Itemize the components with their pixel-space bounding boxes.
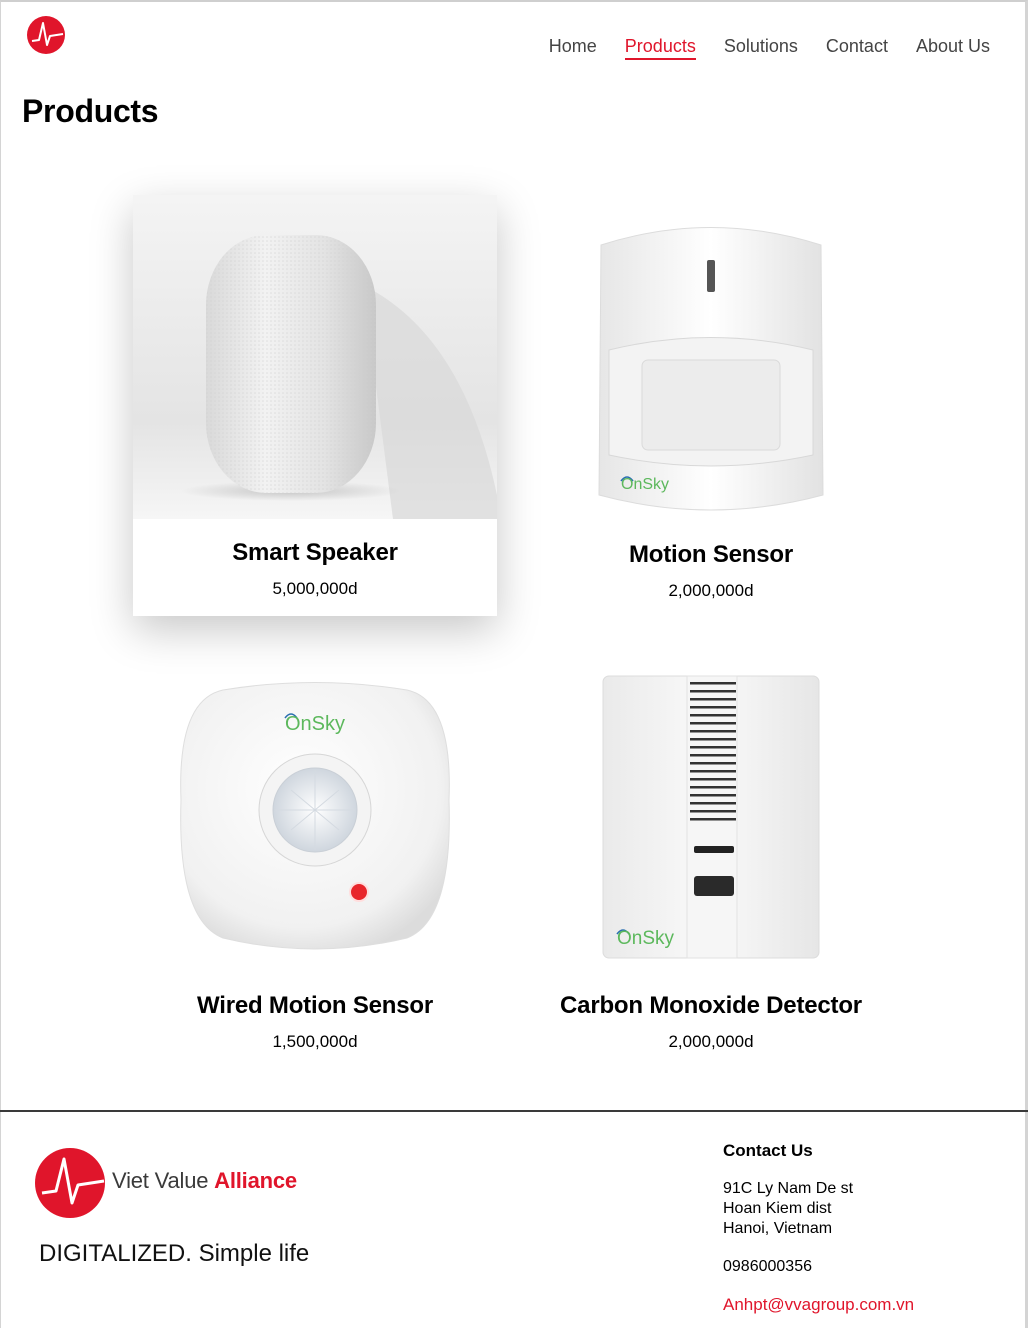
onsky-brand-text: OnSky bbox=[621, 476, 669, 493]
product-price: 1,500,000d bbox=[272, 1032, 358, 1051]
product-card-smart-speaker[interactable]: Smart Speaker 5,000,000d bbox=[133, 195, 497, 616]
onsky-brand-text: OnSky bbox=[285, 713, 345, 735]
address-line: Hoan Kiem dist bbox=[723, 1200, 832, 1217]
brand-name-highlight: Alliance bbox=[214, 1168, 297, 1193]
co-detector-image[interactable]: OnSky bbox=[529, 670, 893, 970]
product-price: 2,000,000d bbox=[668, 1032, 754, 1051]
product-name[interactable]: Motion Sensor bbox=[529, 541, 893, 569]
brand-name: Viet Value Alliance bbox=[112, 1168, 297, 1194]
product-name[interactable]: Smart Speaker bbox=[133, 539, 497, 567]
contact-address: 91C Ly Nam De st Hoan Kiem dist Hanoi, V… bbox=[723, 1179, 914, 1239]
vva-logo-icon bbox=[35, 1148, 105, 1218]
wired-motion-sensor-image[interactable]: OnSky bbox=[133, 670, 497, 970]
onsky-brand-text: OnSky bbox=[617, 928, 675, 949]
main-nav: Home Products Solutions Contact About Us bbox=[521, 36, 990, 60]
product-card-motion-sensor[interactable]: OnSky Motion Sensor 2,000,000d bbox=[529, 215, 893, 601]
nav-contact[interactable]: Contact bbox=[826, 36, 888, 60]
footer-brand[interactable]: Viet Value Alliance bbox=[34, 1147, 297, 1219]
nav-home[interactable]: Home bbox=[549, 36, 597, 60]
nav-solutions[interactable]: Solutions bbox=[724, 36, 798, 60]
brand-name-prefix: Viet Value bbox=[112, 1168, 215, 1193]
nav-about-us[interactable]: About Us bbox=[916, 36, 990, 60]
page-title: Products bbox=[22, 93, 159, 129]
product-card-co-detector[interactable]: OnSky Carbon Monoxide Detector 2,000,000… bbox=[529, 670, 893, 1052]
product-name[interactable]: Wired Motion Sensor bbox=[133, 992, 497, 1020]
contact-email-link[interactable]: Anhpt@vvagroup.com.vn bbox=[723, 1295, 914, 1315]
product-name[interactable]: Carbon Monoxide Detector bbox=[529, 992, 893, 1020]
address-line: 91C Ly Nam De st bbox=[723, 1180, 854, 1197]
nav-products[interactable]: Products bbox=[624, 36, 696, 60]
footer-divider bbox=[0, 1110, 1028, 1112]
product-price: 2,000,000d bbox=[668, 581, 754, 600]
contact-phone: 0986000356 bbox=[723, 1258, 812, 1275]
smart-speaker-image[interactable] bbox=[133, 195, 497, 519]
product-card-wired-motion-sensor[interactable]: OnSky Wired Motion Sensor 1,500,000d bbox=[133, 670, 497, 1052]
motion-sensor-image[interactable]: OnSky bbox=[529, 215, 893, 525]
slogan: DIGITALIZED. Simple life bbox=[39, 1240, 310, 1267]
address-line: Hanoi, Vietnam bbox=[723, 1220, 833, 1237]
footer-contact: Contact Us 91C Ly Nam De st Hoan Kiem di… bbox=[723, 1141, 914, 1315]
product-price: 5,000,000d bbox=[272, 579, 358, 598]
vva-logo-icon[interactable] bbox=[26, 15, 66, 55]
contact-heading: Contact Us bbox=[723, 1141, 813, 1160]
